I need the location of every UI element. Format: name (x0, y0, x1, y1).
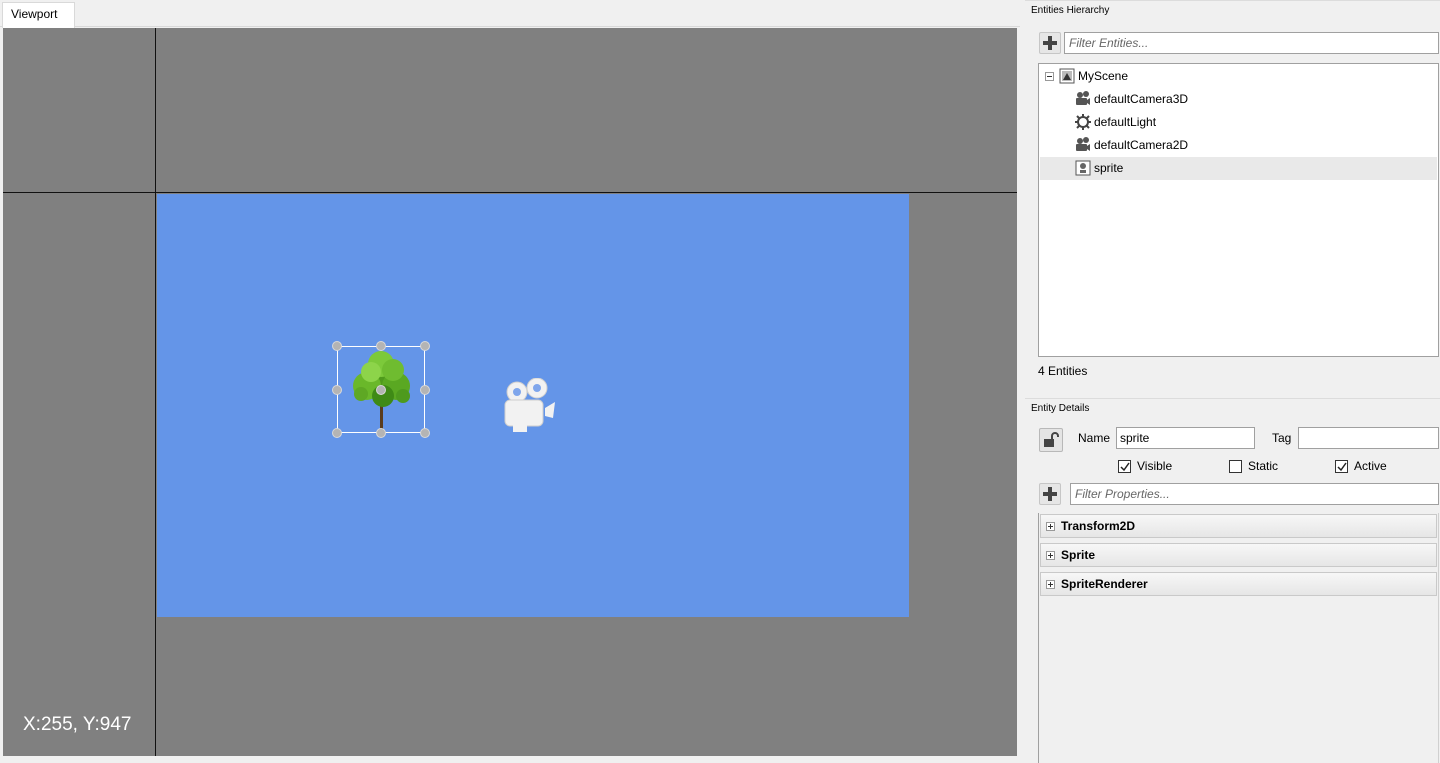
plus-icon (1043, 36, 1057, 50)
expand-icon[interactable] (1046, 522, 1055, 531)
tree-item-label: defaultCamera3D (1094, 92, 1189, 106)
panel-title: Entity Details (1031, 403, 1090, 414)
tree-item-label: MyScene (1078, 69, 1129, 83)
tag-label: Tag (1272, 431, 1292, 445)
component-spriterenderer[interactable]: SpriteRenderer (1040, 572, 1437, 596)
camera-gizmo-icon[interactable] (499, 378, 563, 434)
tree-item-label: defaultCamera2D (1094, 138, 1189, 152)
x-axis-line (3, 192, 1017, 193)
resize-handle-left[interactable] (332, 385, 342, 395)
filter-properties-input[interactable]: Filter Properties... (1070, 483, 1439, 505)
resize-handle-top[interactable] (376, 341, 386, 351)
active-checkbox[interactable] (1335, 460, 1348, 473)
lock-toggle-button[interactable] (1039, 428, 1063, 452)
scene-icon (1059, 68, 1075, 84)
tree-item-defaultcamera3d[interactable]: defaultCamera3D (1040, 88, 1437, 111)
y-axis-line (155, 28, 156, 756)
entity-tree: MyScene defaultCamera3D defaultLight def… (1038, 63, 1439, 357)
component-label: Sprite (1061, 548, 1096, 562)
camera-icon (1076, 91, 1090, 105)
tab-viewport[interactable]: Viewport (2, 2, 75, 28)
name-field[interactable]: sprite (1116, 427, 1255, 449)
game-camera-area (157, 194, 909, 617)
viewport-tab-bar: Viewport (0, 0, 1020, 28)
component-label: Transform2D (1061, 519, 1136, 533)
pivot-handle[interactable] (376, 385, 386, 395)
entity-details-panel: Entity Details Name sprite Tag Visible S… (1025, 398, 1440, 763)
tree-item-sprite[interactable]: sprite (1040, 157, 1437, 180)
entities-hierarchy-panel: Entities Hierarchy Filter Entities... My… (1025, 0, 1440, 390)
tree-item-defaultcamera2d[interactable]: defaultCamera2D (1040, 134, 1437, 157)
checkmark-icon (1120, 462, 1130, 472)
tree-item-defaultlight[interactable]: defaultLight (1040, 111, 1437, 134)
static-checkbox[interactable] (1229, 460, 1242, 473)
filter-entities-input[interactable]: Filter Entities... (1064, 32, 1439, 54)
resize-handle-top-right[interactable] (420, 341, 430, 351)
tree-item-myscene[interactable]: MyScene (1040, 65, 1437, 88)
resize-handle-top-left[interactable] (332, 341, 342, 351)
add-component-button[interactable] (1039, 483, 1061, 505)
resize-handle-bottom-left[interactable] (332, 428, 342, 438)
editor-window: { "viewport": { "tab_label": "Viewport",… (0, 0, 1440, 763)
expand-icon[interactable] (1046, 551, 1055, 560)
scene-viewport[interactable]: X:255, Y:947 (3, 28, 1017, 756)
add-entity-button[interactable] (1039, 32, 1061, 54)
checkmark-icon (1337, 462, 1347, 472)
resize-handle-right[interactable] (420, 385, 430, 395)
component-transform2d[interactable]: Transform2D (1040, 514, 1437, 538)
tree-item-label: defaultLight (1094, 115, 1157, 129)
resize-handle-bottom-right[interactable] (420, 428, 430, 438)
light-gear-icon (1075, 114, 1091, 130)
plus-icon (1043, 487, 1057, 501)
visible-label: Visible (1137, 459, 1173, 473)
panel-title: Entities Hierarchy (1031, 5, 1110, 16)
static-label: Static (1248, 459, 1279, 473)
visible-checkbox[interactable] (1118, 460, 1131, 473)
unlock-icon (1044, 432, 1059, 447)
active-label: Active (1354, 459, 1387, 473)
sprite-icon (1075, 160, 1091, 176)
component-sprite[interactable]: Sprite (1040, 543, 1437, 567)
resize-handle-bottom[interactable] (376, 428, 386, 438)
cursor-coordinates: X:255, Y:947 (23, 714, 132, 735)
collapse-toggle-icon[interactable] (1045, 72, 1054, 81)
tree-item-label: sprite (1094, 161, 1124, 175)
tag-field[interactable] (1298, 427, 1439, 449)
name-label: Name (1078, 431, 1111, 445)
camera-icon (1076, 137, 1090, 151)
expand-icon[interactable] (1046, 580, 1055, 589)
component-label: SpriteRenderer (1061, 577, 1148, 591)
entity-count: 4 Entities (1038, 364, 1088, 378)
